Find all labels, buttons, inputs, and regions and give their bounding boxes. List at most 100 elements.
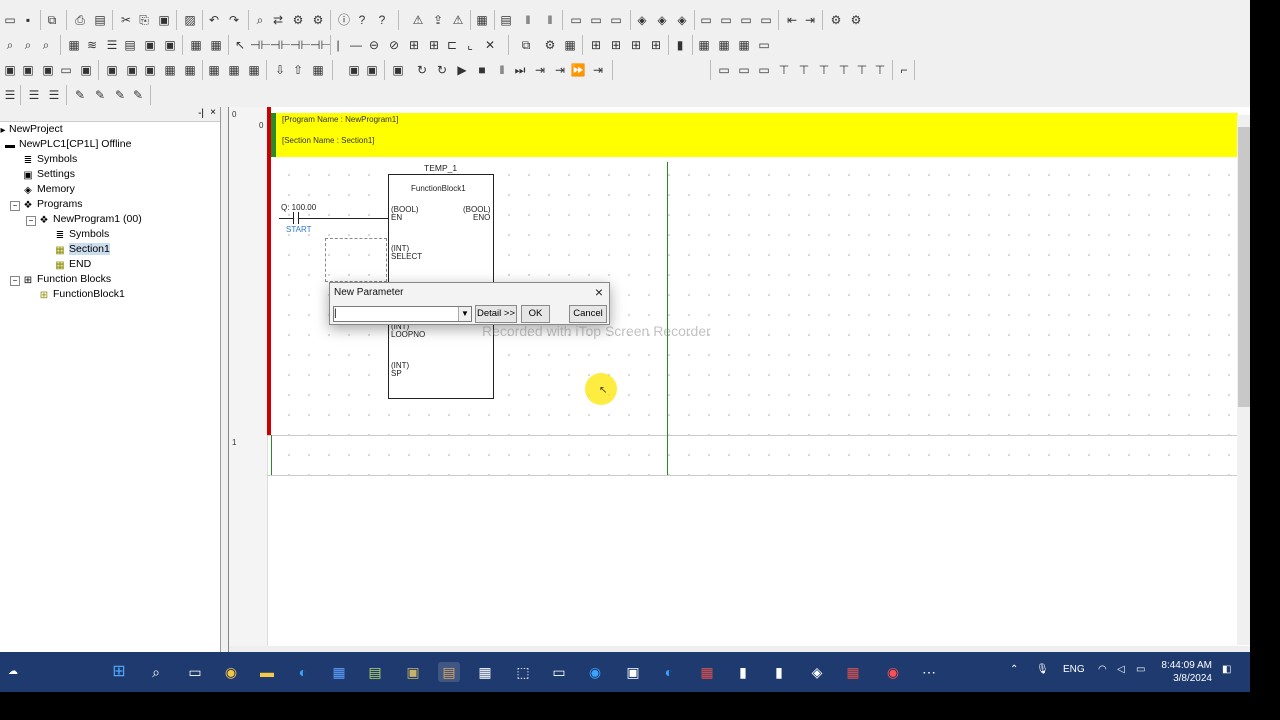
or-contact-icon[interactable]: ⊣⊢: [290, 37, 311, 53]
app-icon-6[interactable]: ▣: [622, 662, 644, 682]
tools-icon-2[interactable]: ⚙: [848, 12, 864, 28]
fb-call-icon[interactable]: ⊞: [426, 37, 442, 53]
address-reference-icon[interactable]: ⚙: [310, 12, 326, 28]
erase-line-icon[interactable]: ✕: [482, 37, 498, 53]
outline-icon[interactable]: ☰: [2, 87, 18, 103]
close-icon[interactable]: ×: [595, 284, 603, 300]
copy-project-icon[interactable]: ⧉: [44, 12, 60, 28]
outdent-icon[interactable]: ☰: [46, 87, 62, 103]
ladder-icon-3[interactable]: ▭: [756, 62, 772, 78]
store-icon[interactable]: ▦: [328, 662, 350, 682]
start-icon[interactable]: ⊞: [108, 662, 130, 682]
tool-icon-4[interactable]: ✎: [130, 87, 146, 103]
monitor-icon-2[interactable]: ▣: [142, 37, 158, 53]
expand-fb-icon[interactable]: −: [10, 276, 20, 286]
app-icon-4[interactable]: ▭: [548, 662, 570, 682]
symbols-icon[interactable]: ▦: [736, 37, 752, 53]
pin-eno[interactable]: ENO: [473, 213, 490, 222]
expand-program-icon[interactable]: −: [26, 216, 36, 226]
app-icon-8[interactable]: ▦: [696, 662, 718, 682]
redo-icon[interactable]: ↷: [226, 12, 242, 28]
horizontal-line-icon[interactable]: —: [348, 37, 364, 53]
ladder-icon-4[interactable]: ⊤: [776, 62, 792, 78]
replace-icon[interactable]: ⇄: [270, 12, 286, 28]
clock[interactable]: 8:44:09 AM 3/8/2024: [1161, 659, 1212, 685]
tree-item-plc[interactable]: ▬ NewPLC1[CP1L] Offline: [4, 137, 131, 152]
no-contact-icon[interactable]: ⊣⊢: [250, 37, 271, 53]
help-icon[interactable]: ?: [354, 12, 370, 28]
transfer-from-plc-icon[interactable]: ⇧: [290, 62, 306, 78]
monitor-icon-3[interactable]: ▣: [162, 37, 178, 53]
tool-icon-1[interactable]: ✎: [72, 87, 88, 103]
app-icon-5[interactable]: ◉: [584, 662, 606, 682]
ladder-icon-5[interactable]: ⊤: [796, 62, 812, 78]
nc-contact-icon[interactable]: ⊣⊢: [270, 37, 291, 53]
cancel-button[interactable]: Cancel: [569, 305, 607, 323]
force-off-icon[interactable]: ◈: [654, 12, 670, 28]
zoom-in-icon[interactable]: ⌕: [2, 37, 18, 53]
sim-icon-3[interactable]: ▣: [390, 62, 406, 78]
compare-plc-icon[interactable]: ▦: [310, 62, 326, 78]
nc-coil-icon[interactable]: ⊘: [386, 37, 402, 53]
sim-stop-icon[interactable]: ■: [474, 62, 490, 78]
detail-button[interactable]: Detail >>: [475, 305, 517, 323]
weather-icon[interactable]: ☁: [2, 662, 24, 682]
sim-scan-icon[interactable]: ⇥: [590, 62, 606, 78]
section-icon[interactable]: ▣: [20, 62, 36, 78]
delete-icon[interactable]: ▨: [182, 12, 198, 28]
contact-symbol[interactable]: START: [286, 225, 311, 234]
sim-run-icon[interactable]: ▶: [454, 62, 470, 78]
edge-icon[interactable]: ◐: [292, 662, 314, 682]
line-icon[interactable]: ⌞: [462, 37, 478, 53]
ladder-icon-10[interactable]: ⌐: [896, 62, 912, 78]
tree-item-programs[interactable]: ❖ Programs: [22, 197, 83, 212]
or-nc-contact-icon[interactable]: ⊣⊢: [310, 37, 331, 53]
compile-icon[interactable]: ⚙: [542, 37, 558, 53]
view-icon-9[interactable]: ▣: [124, 62, 140, 78]
compile-all-icon[interactable]: ▦: [562, 37, 578, 53]
compare-icon[interactable]: ⚠: [450, 12, 466, 28]
app-icon-11[interactable]: ◈: [806, 662, 828, 682]
table-icon[interactable]: ▦: [188, 37, 204, 53]
ladder-icon-8[interactable]: ⊤: [854, 62, 870, 78]
program-mode-icon[interactable]: ▭: [568, 12, 584, 28]
tree-item-local-symbols[interactable]: ≣ Symbols: [54, 227, 109, 242]
task-icon-3[interactable]: ⊞: [628, 37, 644, 53]
step-icon-3[interactable]: ▦: [246, 62, 262, 78]
app-icon-2[interactable]: ▦: [474, 662, 496, 682]
step-icon-2[interactable]: ▦: [226, 62, 242, 78]
tree-item-function-blocks[interactable]: ⊞ Function Blocks: [22, 272, 111, 287]
sim-pause-icon[interactable]: ‖: [494, 62, 510, 78]
coil-icon[interactable]: ⊖: [366, 37, 382, 53]
zoom-out-icon[interactable]: ⌕: [20, 37, 36, 53]
tools-icon[interactable]: ⚙: [828, 12, 844, 28]
ok-button[interactable]: OK: [521, 305, 550, 323]
sim-reset-icon[interactable]: ↻: [414, 62, 430, 78]
memory-icon[interactable]: ▮: [672, 37, 688, 53]
pin-en[interactable]: EN: [391, 213, 402, 222]
sim-continuous-icon[interactable]: ⏩: [570, 62, 586, 78]
grid-icon[interactable]: ▦: [66, 37, 82, 53]
settings-icon[interactable]: ▦: [716, 37, 732, 53]
volume-icon[interactable]: ◁: [1117, 664, 1125, 675]
diff-icon-2[interactable]: ⇥: [802, 12, 818, 28]
sim-step-run-icon[interactable]: ⏭: [512, 62, 528, 78]
vertical-scrollbar[interactable]: [1237, 115, 1250, 645]
tool-icon-3[interactable]: ✎: [112, 87, 128, 103]
contact-address[interactable]: Q: 100.00: [281, 203, 316, 212]
task-icon-1[interactable]: ⊞: [588, 37, 604, 53]
view-icon-10[interactable]: ▣: [142, 62, 158, 78]
tree-item-section1[interactable]: ▦ Section1: [54, 242, 110, 257]
step-icon-1[interactable]: ▦: [206, 62, 222, 78]
view-icon-5[interactable]: ▣: [40, 62, 56, 78]
task-icon-4[interactable]: ⊞: [648, 37, 664, 53]
tree-item-symbols[interactable]: ≣ Symbols: [22, 152, 77, 167]
pin-select[interactable]: SELECT: [391, 252, 422, 261]
cut-icon[interactable]: ✂: [118, 12, 134, 28]
view-icon-1[interactable]: ▭: [698, 12, 714, 28]
diff-icon[interactable]: ⇤: [784, 12, 800, 28]
monitor-mode-icon[interactable]: ▭: [608, 12, 624, 28]
app-icon-10[interactable]: ▮: [768, 662, 790, 682]
notification-icon[interactable]: ◧: [1222, 664, 1231, 675]
warning-icon[interactable]: ⚠: [410, 12, 426, 28]
